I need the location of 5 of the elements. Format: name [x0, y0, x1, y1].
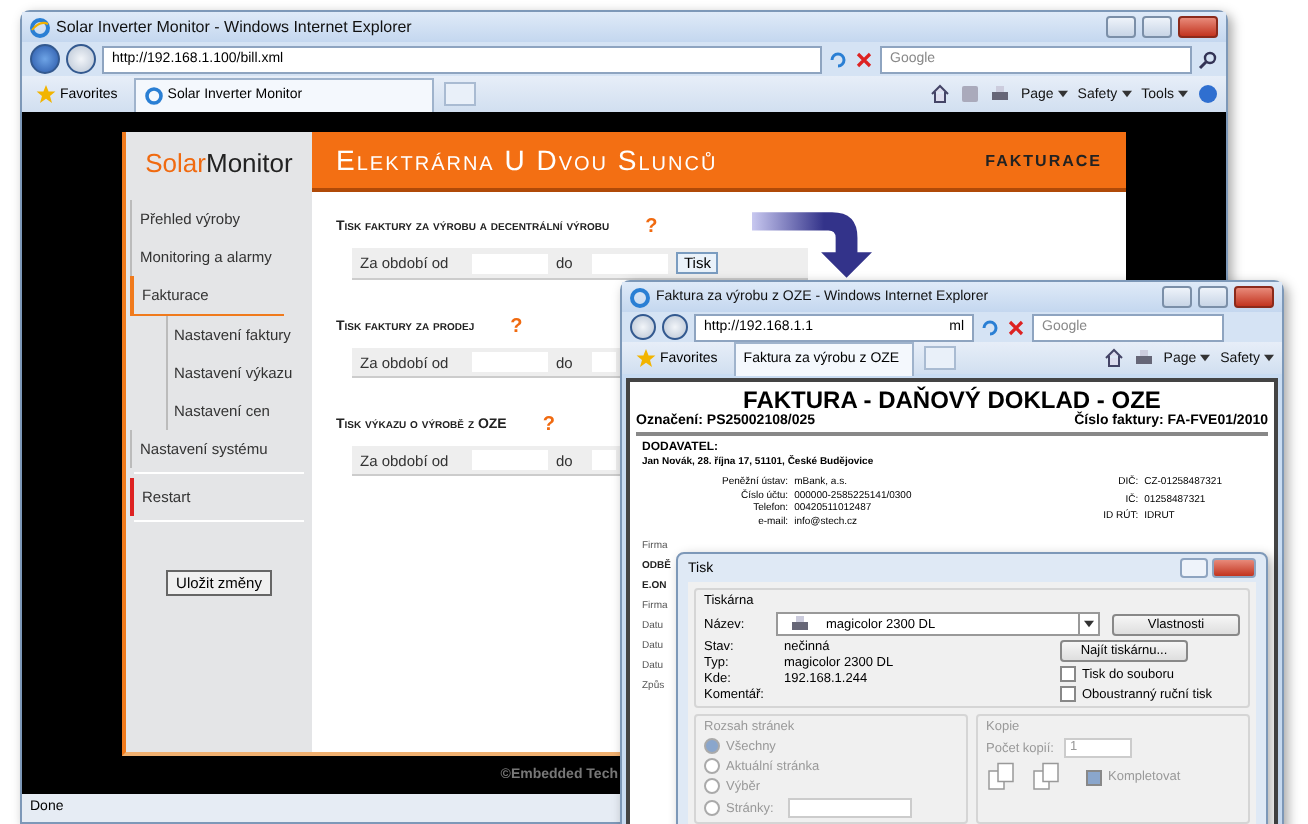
window-title: Solar Inverter Monitor - Windows Internet Explorer — [56, 18, 412, 36]
section-label: FAKTURACE — [985, 151, 1102, 169]
invoice-heading: FAKTURA - DAŇOVÝ DOKLAD - OZE — [743, 386, 1161, 414]
plant-title: Elektrárna U Dvou Slunců — [336, 144, 718, 176]
app-logo: SolarMonitor — [126, 132, 312, 192]
